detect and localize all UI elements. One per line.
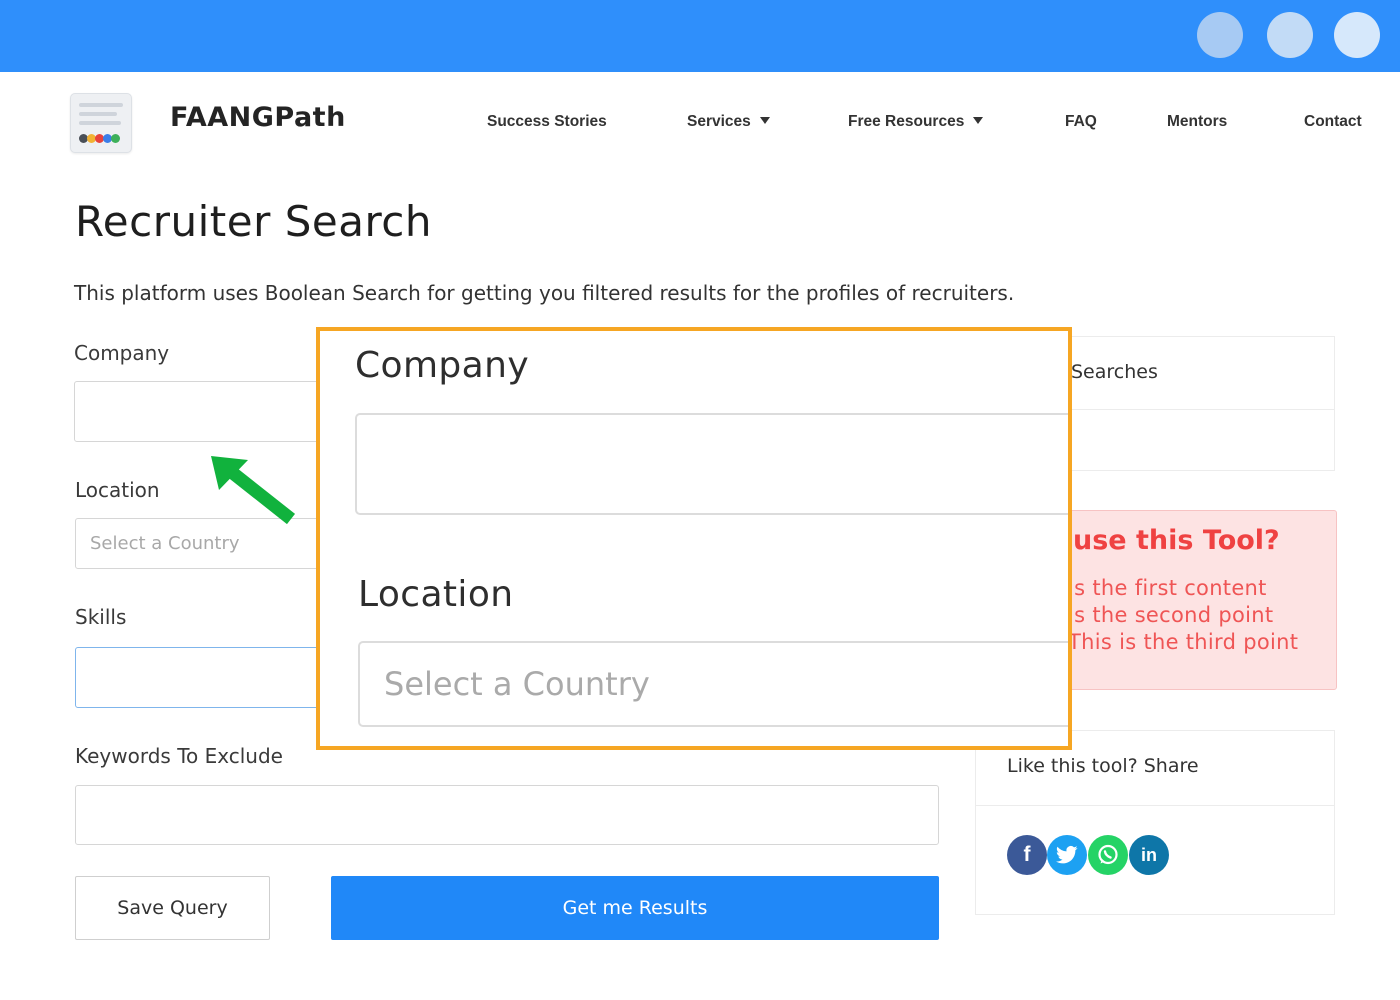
caret-down-icon — [759, 117, 770, 124]
whatsapp-icon[interactable] — [1088, 835, 1128, 875]
nav-faq[interactable]: FAQ — [1065, 113, 1097, 131]
window-dot-3[interactable] — [1334, 12, 1380, 58]
searches-card — [1050, 336, 1335, 471]
logo-line — [79, 103, 123, 107]
nav-services[interactable]: Services — [687, 113, 770, 131]
searches-title: Searches — [1071, 361, 1158, 383]
card-divider — [976, 805, 1334, 806]
tip-line: is the first content — [1068, 576, 1267, 600]
zoom-company-label: Company — [355, 345, 530, 386]
window-dot-2[interactable] — [1267, 12, 1313, 58]
nav-success-stories[interactable]: Success Stories — [487, 113, 607, 131]
window-top-bar — [0, 0, 1400, 72]
logo-line — [79, 121, 121, 125]
brand-logo-icon[interactable] — [70, 93, 132, 153]
zoom-location-select[interactable] — [358, 641, 1068, 727]
tip-line: This is the third point — [1068, 630, 1299, 654]
tip-line: is the second point — [1068, 603, 1274, 627]
tool-tip-box: use this Tool? is the first content is t… — [1062, 510, 1337, 690]
company-label: Company — [74, 341, 170, 365]
facebook-icon[interactable]: f — [1007, 835, 1047, 875]
keywords-exclude-label: Keywords To Exclude — [75, 744, 283, 768]
card-divider — [1051, 409, 1334, 410]
nav-contact[interactable]: Contact — [1304, 113, 1362, 131]
window-dot-1[interactable] — [1197, 12, 1243, 58]
tip-title: use this Tool? — [1073, 525, 1280, 556]
zoom-company-input[interactable] — [355, 413, 1068, 515]
twitter-bird-glyph — [1056, 845, 1078, 864]
keywords-exclude-input[interactable] — [75, 785, 939, 845]
twitter-icon[interactable] — [1047, 835, 1087, 875]
page-title: Recruiter Search — [75, 197, 433, 246]
linkedin-icon[interactable]: in — [1129, 835, 1169, 875]
location-label: Location — [75, 478, 160, 502]
get-results-button[interactable]: Get me Results — [331, 876, 939, 940]
pointer-arrow-icon — [211, 456, 296, 525]
nav-services-label: Services — [687, 113, 751, 130]
app-root: FAANGPath Success Stories Services Free … — [0, 0, 1400, 1000]
whatsapp-glyph — [1098, 844, 1118, 865]
logo-line — [79, 112, 117, 116]
skills-label: Skills — [75, 605, 127, 629]
nav-mentors[interactable]: Mentors — [1167, 113, 1227, 131]
nav-free-resources-label: Free Resources — [848, 113, 965, 130]
nav-free-resources[interactable]: Free Resources — [848, 113, 984, 131]
zoom-overlay: Company Location — [316, 327, 1072, 750]
caret-down-icon — [973, 117, 984, 124]
page-description: This platform uses Boolean Search for ge… — [74, 281, 1015, 305]
logo-chip — [111, 134, 120, 143]
zoom-location-label: Location — [358, 574, 514, 615]
brand-name[interactable]: FAANGPath — [170, 102, 346, 133]
share-title: Like this tool? Share — [1007, 755, 1199, 777]
save-query-button[interactable]: Save Query — [75, 876, 270, 940]
